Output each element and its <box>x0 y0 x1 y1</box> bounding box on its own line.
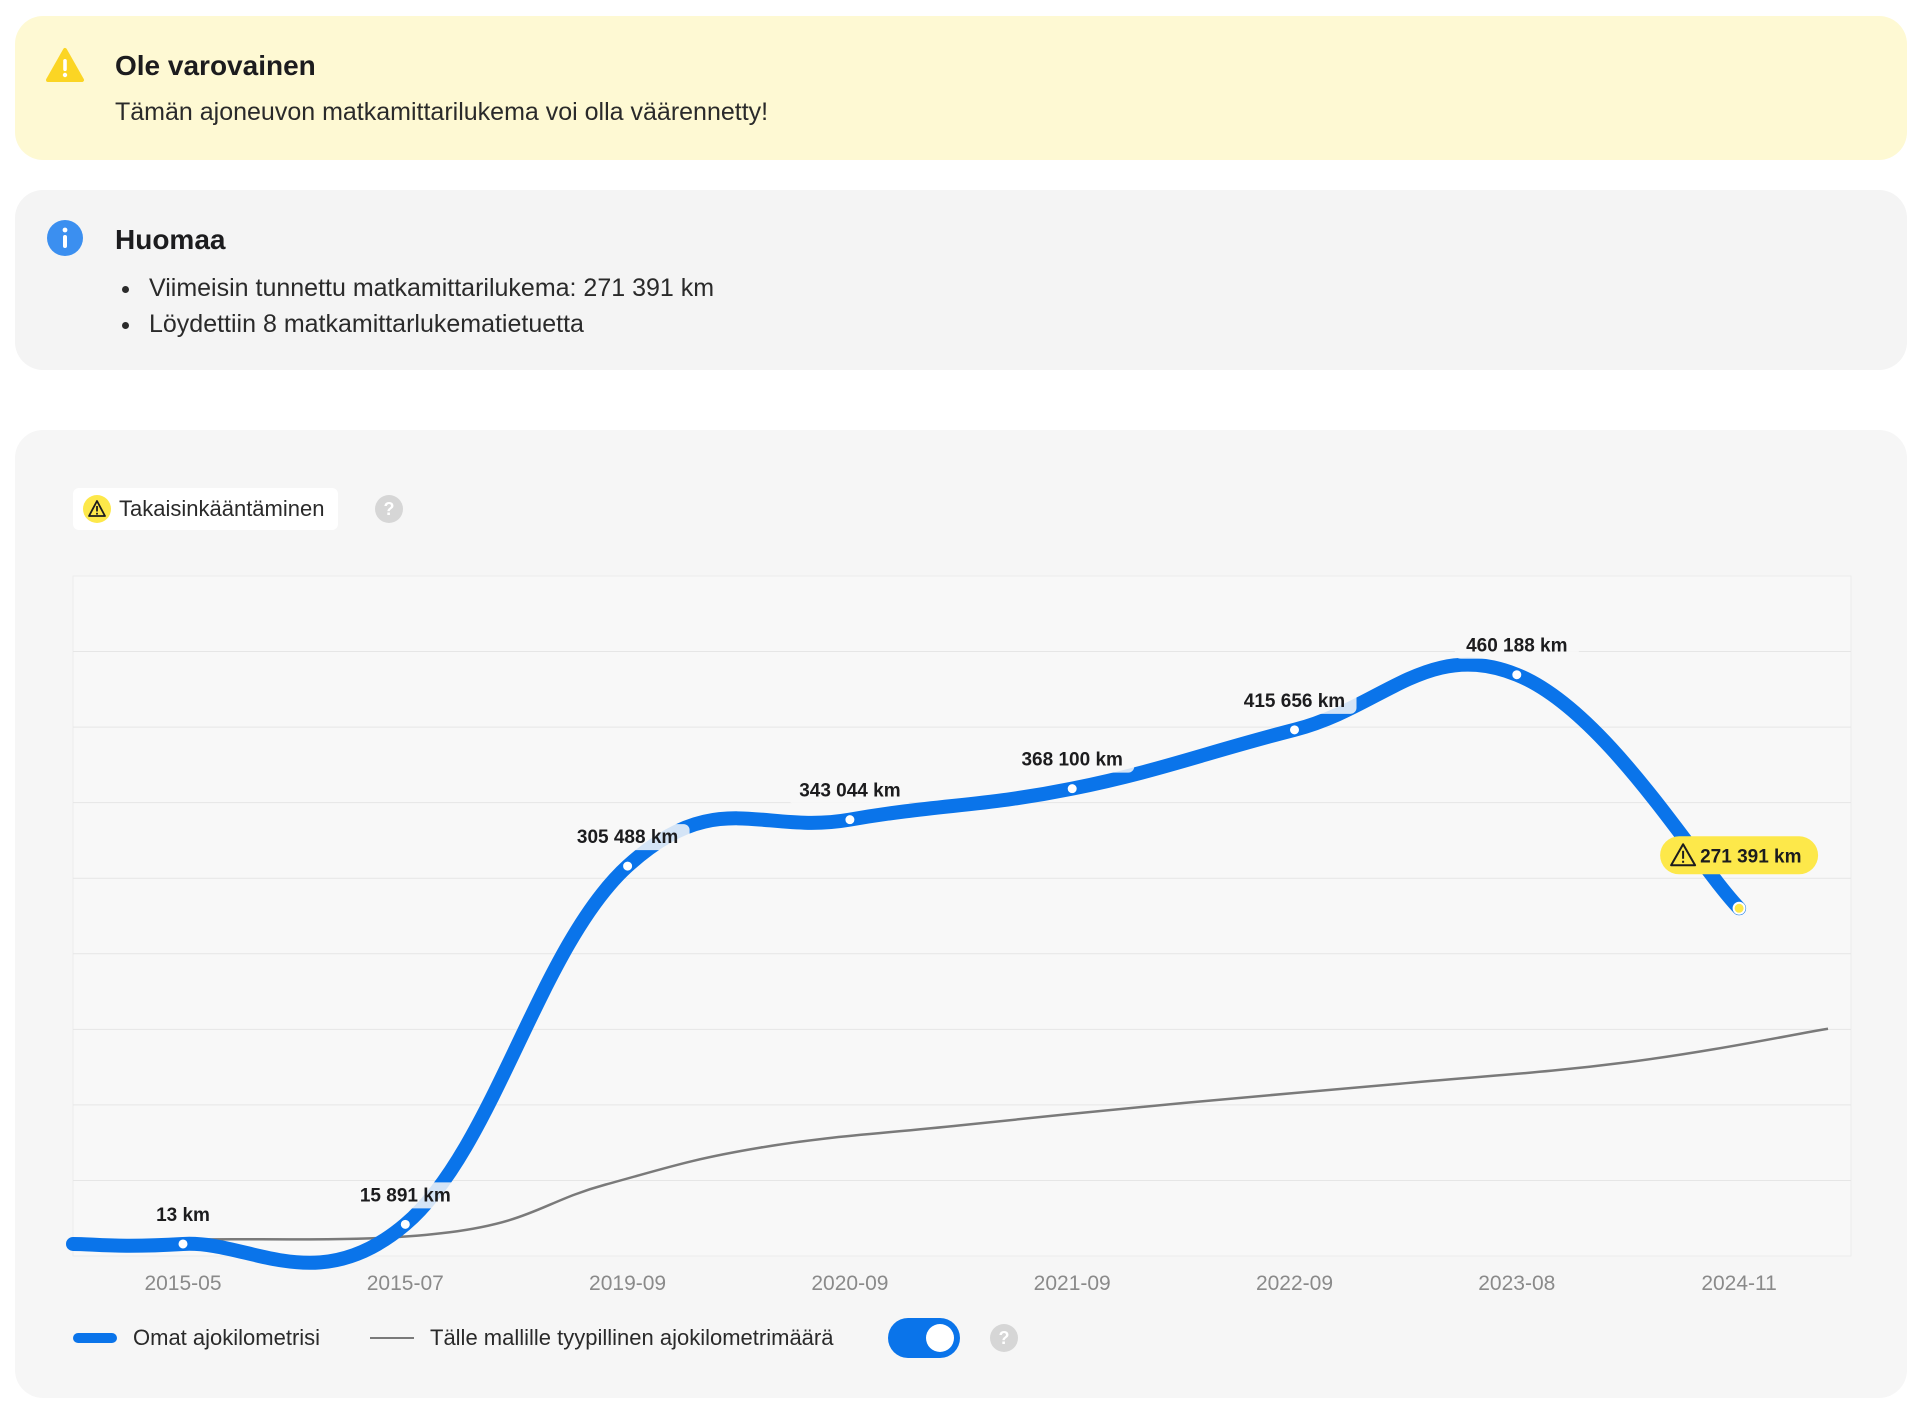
toggle-knob <box>926 1324 954 1352</box>
x-tick-label: 2023-08 <box>1478 1272 1555 1295</box>
data-label: 305 488 km <box>577 827 678 848</box>
legend-typical-swatch <box>370 1337 414 1339</box>
data-point <box>621 859 635 873</box>
warning-text: Tämän ajoneuvon matkamittarilukema voi o… <box>115 98 769 126</box>
data-label-group: 415 656 km <box>1232 687 1357 714</box>
x-tick-label: 2024-11 <box>1701 1272 1777 1295</box>
notice-card: Huomaa Viimeisin tunnettu matkamittarilu… <box>15 190 1907 370</box>
legend-own-mileage: Omat ajokilometrisi <box>73 1316 320 1360</box>
data-label-group: 368 100 km <box>1010 746 1135 773</box>
odometer-line-chart: 13 km 15 891 km 305 488 km 343 044 km 368 10… <box>66 575 1852 1295</box>
svg-text:?: ? <box>999 1328 1010 1348</box>
data-label-group: 305 488 km <box>565 824 690 851</box>
odometer-chart-card: Takaisinkääntäminen ? 13 km 15 891 km 305 … <box>15 430 1907 1398</box>
flagged-reading-label: 271 391 km <box>1660 836 1819 875</box>
notice-title: Huomaa <box>115 224 226 255</box>
notice-list: Viimeisin tunnettu matkamittarilukema: 2… <box>115 270 714 342</box>
x-tick-label: 2021-09 <box>1034 1272 1111 1295</box>
data-point <box>1065 782 1079 796</box>
data-label: 368 100 km <box>1021 750 1122 771</box>
legend-own-swatch <box>73 1333 117 1343</box>
data-label-group: 15 891 km <box>348 1182 462 1209</box>
data-label: 460 188 km <box>1466 636 1567 657</box>
data-label-group: 13 km <box>148 1201 218 1228</box>
data-point <box>176 1237 190 1251</box>
data-label-group: 343 044 km <box>787 777 912 804</box>
data-label: 13 km <box>156 1205 210 1226</box>
data-point <box>1732 901 1746 915</box>
plot-area <box>72 575 1852 1257</box>
x-tick-label: 2019-09 <box>589 1272 666 1295</box>
notice-item-record-count: Löydettiin 8 matkamittarlukematietuetta <box>143 306 714 342</box>
data-label-group: 460 188 km <box>1454 632 1579 659</box>
legend-typical-label: Tälle mallille tyypillinen ajokilometrim… <box>430 1325 834 1350</box>
legend-own-label: Omat ajokilometrisi <box>133 1325 321 1350</box>
data-point <box>398 1217 412 1231</box>
data-point <box>1510 668 1524 682</box>
warning-title: Ole varovainen <box>115 50 316 81</box>
data-label: 15 891 km <box>360 1185 451 1206</box>
legend-typical-mileage: Tälle mallille tyypillinen ajokilometrim… <box>370 1316 833 1360</box>
x-axis-ticks: 2015-05 2015-07 2019-09 2020-09 2021-09 2022-… <box>144 1272 1776 1295</box>
warning-triangle-icon <box>46 48 84 82</box>
data-label: 343 044 km <box>799 781 900 802</box>
warning-card: Ole varovainen Tämän ajoneuvon matkamitt… <box>15 16 1907 160</box>
x-tick-label: 2015-07 <box>367 1272 444 1295</box>
typical-mileage-toggle[interactable] <box>888 1318 960 1358</box>
x-tick-label: 2022-09 <box>1256 1272 1333 1295</box>
x-tick-label: 2015-05 <box>144 1272 221 1295</box>
data-label: 271 391 km <box>1700 846 1801 867</box>
x-tick-label: 2020-09 <box>811 1272 888 1295</box>
help-icon[interactable]: ? <box>990 1324 1018 1352</box>
notice-item-last-reading: Viimeisin tunnettu matkamittarilukema: 2… <box>143 270 714 306</box>
info-icon <box>47 220 83 256</box>
data-point <box>1288 723 1301 737</box>
data-point <box>843 813 857 827</box>
data-label: 415 656 km <box>1244 691 1345 712</box>
